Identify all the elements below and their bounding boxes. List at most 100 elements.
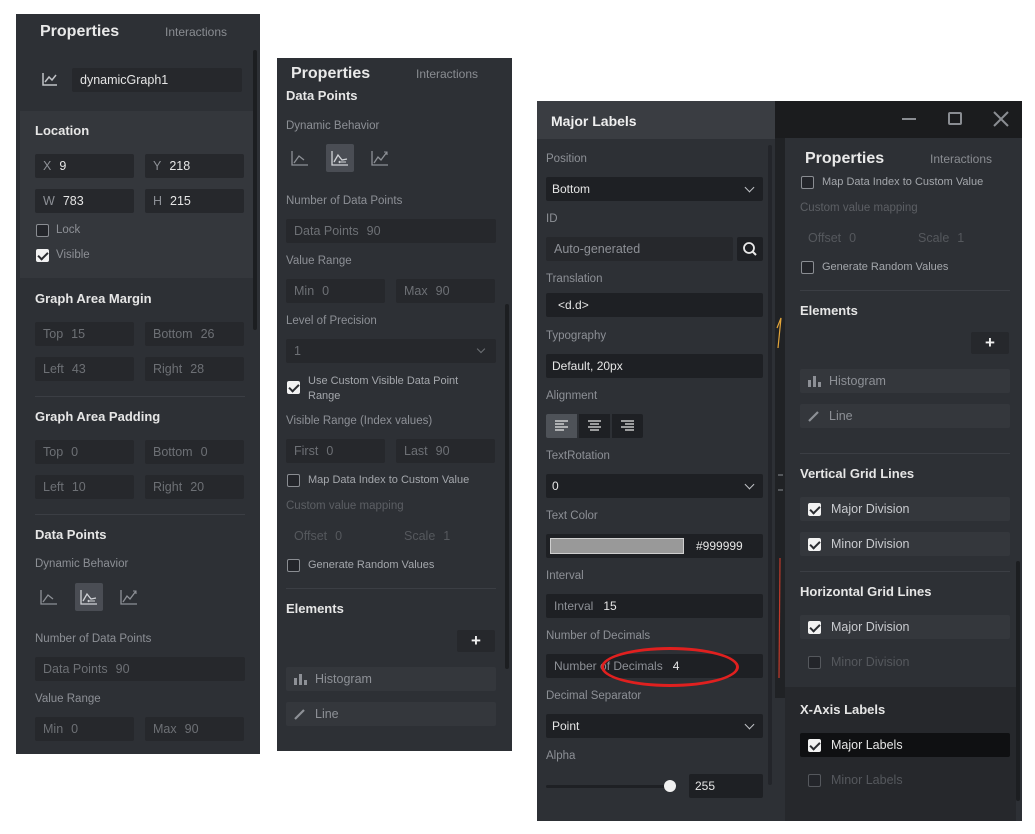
- data-points-field[interactable]: Data Points 90: [286, 219, 496, 243]
- last-field[interactable]: Last 90: [396, 439, 495, 463]
- map-index-checkbox[interactable]: [287, 474, 300, 487]
- pencil-icon: [808, 411, 819, 422]
- behavior-shift-button[interactable]: [75, 583, 103, 611]
- data-points-heading: Data Points: [35, 527, 107, 542]
- elements-heading: Elements: [286, 601, 344, 616]
- add-element-button[interactable]: +: [457, 630, 495, 652]
- interval-field[interactable]: Interval 15: [546, 594, 763, 618]
- h-field[interactable]: H 215: [145, 189, 244, 213]
- h-major-division-row[interactable]: Major Division: [800, 615, 1010, 639]
- major-labels-row[interactable]: Major Labels: [800, 733, 1010, 757]
- x-field[interactable]: X9: [35, 154, 134, 178]
- margin-right-field[interactable]: Right 28: [145, 357, 244, 381]
- precision-dropdown[interactable]: 1: [286, 339, 496, 363]
- behavior-scroll-button[interactable]: [366, 144, 394, 172]
- v-minor-division-row[interactable]: Minor Division: [800, 532, 1010, 556]
- h-minor-division-row[interactable]: Minor Division: [800, 650, 1010, 674]
- min-field[interactable]: Min 0: [286, 279, 385, 303]
- margin-bottom-field[interactable]: Bottom 26: [145, 322, 244, 346]
- rotation-dropdown[interactable]: 0: [546, 474, 763, 498]
- padding-right-field[interactable]: Right 20: [145, 475, 244, 499]
- scrollbar[interactable]: [768, 145, 772, 785]
- scrollbar[interactable]: [505, 304, 509, 669]
- histogram-icon: [808, 376, 821, 387]
- divider: [35, 396, 245, 397]
- position-dropdown[interactable]: Bottom: [546, 177, 763, 201]
- min-field[interactable]: Min 0: [35, 717, 134, 741]
- h-minor-division-checkbox[interactable]: [808, 655, 821, 669]
- align-left-button[interactable]: [546, 414, 577, 438]
- line-element[interactable]: Line: [286, 702, 496, 726]
- custom-range-checkbox[interactable]: [287, 381, 300, 394]
- v-major-division-checkbox[interactable]: [808, 502, 821, 516]
- histogram-element[interactable]: Histogram: [286, 667, 496, 691]
- text-color-field[interactable]: #999999: [546, 534, 763, 558]
- line-chart-scroll-icon: [371, 151, 388, 166]
- minor-labels-checkbox[interactable]: [808, 773, 821, 787]
- scale-field[interactable]: Scale 1: [910, 226, 1009, 250]
- translation-field[interactable]: <d.d>: [546, 293, 763, 317]
- offset-field[interactable]: Offset 0: [286, 524, 385, 548]
- data-points-heading: Data Points: [286, 88, 358, 103]
- scrollbar[interactable]: [253, 50, 257, 330]
- divider: [800, 571, 1010, 572]
- alpha-slider-track[interactable]: [546, 785, 676, 788]
- margin-top-field[interactable]: Top 15: [35, 322, 134, 346]
- alpha-field[interactable]: 255: [689, 774, 763, 798]
- lock-checkbox[interactable]: [36, 224, 49, 237]
- divider: [35, 514, 245, 515]
- margin-left-field[interactable]: Left 43: [35, 357, 134, 381]
- padding-top-field[interactable]: Top 0: [35, 440, 134, 464]
- random-values-checkbox[interactable]: [287, 559, 300, 572]
- behavior-line-button[interactable]: [35, 583, 63, 611]
- padding-left-field[interactable]: Left 10: [35, 475, 134, 499]
- minimize-icon[interactable]: [902, 118, 916, 120]
- tab-interactions[interactable]: Interactions: [930, 152, 992, 166]
- align-center-button[interactable]: [579, 414, 610, 438]
- scale-field[interactable]: Scale 1: [396, 524, 495, 548]
- color-swatch[interactable]: [550, 538, 684, 554]
- first-field[interactable]: First 0: [286, 439, 385, 463]
- typography-field[interactable]: Default, 20px: [546, 354, 763, 378]
- scrollbar[interactable]: [1016, 561, 1020, 801]
- alpha-slider-thumb[interactable]: [663, 780, 676, 792]
- offset-field[interactable]: Offset 0: [800, 226, 899, 250]
- line-element[interactable]: Line: [800, 404, 1010, 428]
- major-labels-popup: Major Labels Position Bottom ID Auto-gen…: [537, 101, 775, 821]
- random-values-checkbox[interactable]: [801, 261, 814, 274]
- close-icon[interactable]: [993, 111, 1009, 127]
- search-button[interactable]: [737, 237, 763, 261]
- padding-bottom-field[interactable]: Bottom 0: [145, 440, 244, 464]
- histogram-element[interactable]: Histogram: [800, 369, 1010, 393]
- id-input[interactable]: Auto-generated: [546, 237, 733, 261]
- max-field[interactable]: Max 90: [145, 717, 244, 741]
- custom-mapping-label: Custom value mapping: [286, 500, 404, 512]
- minor-labels-row[interactable]: Minor Labels: [800, 768, 1010, 792]
- data-points-field[interactable]: Data Points 90: [35, 657, 245, 681]
- v-major-division-row[interactable]: Major Division: [800, 497, 1010, 521]
- component-name-field[interactable]: dynamicGraph1: [72, 68, 242, 92]
- separator-dropdown[interactable]: Point: [546, 714, 763, 738]
- behavior-line-button[interactable]: [286, 144, 314, 172]
- maximize-icon[interactable]: [948, 112, 962, 125]
- map-index-label: Map Data Index to Custom Value: [822, 176, 984, 188]
- max-field[interactable]: Max 90: [396, 279, 495, 303]
- behavior-scroll-button[interactable]: [115, 583, 143, 611]
- h-major-division-checkbox[interactable]: [808, 620, 821, 634]
- w-field[interactable]: W 783: [35, 189, 134, 213]
- y-field[interactable]: Y 218: [145, 154, 244, 178]
- rotation-label: TextRotation: [546, 450, 610, 462]
- tab-interactions[interactable]: Interactions: [165, 25, 227, 39]
- visible-checkbox[interactable]: [36, 249, 49, 262]
- tab-interactions[interactable]: Interactions: [416, 67, 478, 81]
- align-left-icon: [555, 420, 568, 431]
- line-chart-icon: [291, 151, 308, 166]
- v-minor-division-checkbox[interactable]: [808, 537, 821, 551]
- behavior-shift-button[interactable]: [326, 144, 354, 172]
- add-element-button[interactable]: +: [971, 332, 1009, 354]
- align-right-button[interactable]: [612, 414, 643, 438]
- map-index-checkbox[interactable]: [801, 176, 814, 189]
- line-chart-shift-icon: [80, 590, 97, 605]
- major-labels-checkbox[interactable]: [808, 738, 821, 752]
- divider: [800, 290, 1010, 291]
